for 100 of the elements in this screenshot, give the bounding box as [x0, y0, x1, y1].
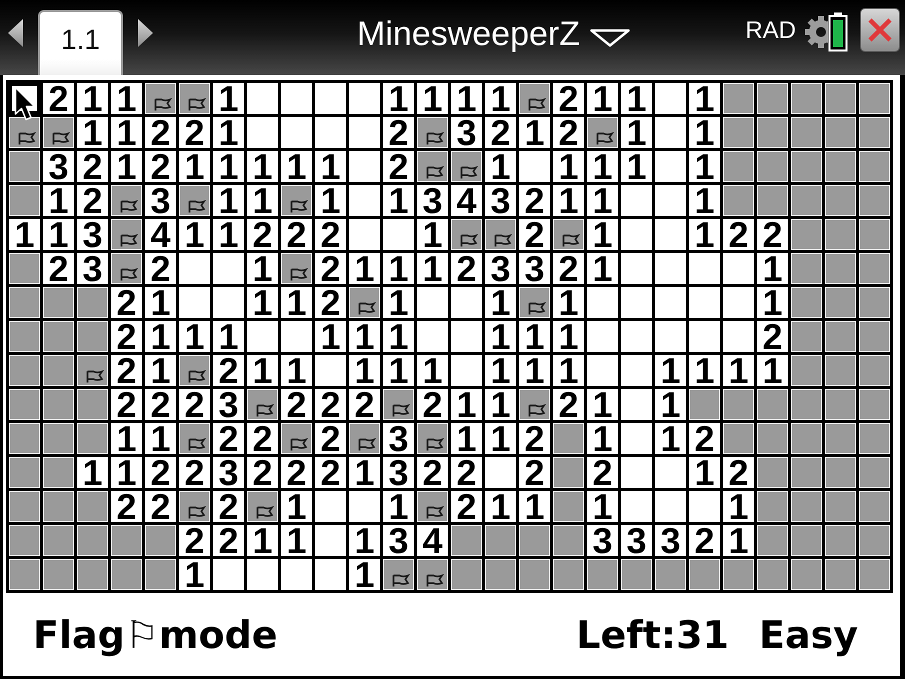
covered-tile[interactable] — [621, 559, 652, 590]
empty-tile[interactable] — [723, 321, 754, 352]
covered-tile[interactable] — [791, 151, 822, 182]
empty-tile[interactable] — [621, 491, 652, 522]
flagged-tile[interactable] — [43, 117, 74, 148]
number-tile[interactable]: 1 — [689, 457, 720, 488]
number-tile[interactable]: 1 — [145, 355, 176, 386]
number-tile[interactable]: 1 — [179, 219, 210, 250]
covered-tile[interactable] — [791, 117, 822, 148]
number-tile[interactable]: 1 — [723, 525, 754, 556]
number-tile[interactable]: 1 — [587, 185, 618, 216]
covered-tile[interactable] — [145, 525, 176, 556]
empty-tile[interactable] — [451, 287, 482, 318]
empty-tile[interactable] — [451, 355, 482, 386]
number-tile[interactable]: 1 — [655, 355, 686, 386]
empty-tile[interactable] — [349, 151, 380, 182]
empty-tile[interactable] — [179, 253, 210, 284]
number-tile[interactable]: 2 — [179, 525, 210, 556]
number-tile[interactable]: 1 — [689, 151, 720, 182]
covered-tile[interactable] — [791, 83, 822, 114]
number-tile[interactable]: 1 — [485, 287, 516, 318]
number-tile[interactable]: 1 — [77, 117, 108, 148]
number-tile[interactable]: 2 — [145, 457, 176, 488]
number-tile[interactable]: 1 — [213, 117, 244, 148]
number-tile[interactable]: 1 — [587, 491, 618, 522]
empty-tile[interactable] — [587, 287, 618, 318]
empty-tile[interactable] — [621, 253, 652, 284]
right-arrow-icon[interactable] — [138, 19, 153, 47]
covered-tile[interactable] — [757, 491, 788, 522]
flagged-tile[interactable] — [179, 423, 210, 454]
number-tile[interactable]: 2 — [247, 423, 278, 454]
covered-tile[interactable] — [723, 559, 754, 590]
empty-tile[interactable] — [587, 355, 618, 386]
covered-tile[interactable] — [791, 219, 822, 250]
number-tile[interactable]: 1 — [43, 219, 74, 250]
flagged-tile[interactable] — [383, 389, 414, 420]
empty-tile[interactable] — [383, 219, 414, 250]
empty-tile[interactable] — [281, 321, 312, 352]
empty-tile[interactable] — [621, 185, 652, 216]
number-tile[interactable]: 1 — [383, 355, 414, 386]
covered-tile[interactable] — [43, 321, 74, 352]
empty-tile[interactable] — [315, 491, 346, 522]
covered-tile[interactable] — [757, 117, 788, 148]
empty-tile[interactable] — [621, 219, 652, 250]
covered-tile[interactable] — [689, 559, 720, 590]
covered-tile[interactable] — [43, 423, 74, 454]
flagged-tile[interactable] — [281, 253, 312, 284]
covered-tile[interactable] — [791, 355, 822, 386]
number-tile[interactable]: 1 — [281, 355, 312, 386]
number-tile[interactable]: 1 — [213, 185, 244, 216]
number-tile[interactable]: 1 — [383, 491, 414, 522]
covered-tile[interactable] — [791, 491, 822, 522]
flagged-tile[interactable] — [417, 491, 448, 522]
number-tile[interactable]: 1 — [621, 117, 652, 148]
flagged-tile[interactable] — [111, 185, 142, 216]
covered-tile[interactable] — [9, 185, 40, 216]
covered-tile[interactable] — [791, 253, 822, 284]
covered-tile[interactable] — [77, 423, 108, 454]
number-tile[interactable]: 1 — [383, 83, 414, 114]
number-tile[interactable]: 1 — [485, 491, 516, 522]
flagged-tile[interactable] — [179, 355, 210, 386]
number-tile[interactable]: 2 — [383, 151, 414, 182]
number-tile[interactable]: 3 — [213, 389, 244, 420]
covered-tile[interactable] — [791, 287, 822, 318]
number-tile[interactable]: 1 — [553, 287, 584, 318]
number-tile[interactable]: 3 — [485, 185, 516, 216]
covered-tile[interactable] — [825, 117, 856, 148]
covered-tile[interactable] — [145, 559, 176, 590]
number-tile[interactable]: 1 — [111, 457, 142, 488]
covered-tile[interactable] — [655, 559, 686, 590]
covered-tile[interactable] — [553, 423, 584, 454]
empty-tile[interactable] — [655, 117, 686, 148]
covered-tile[interactable] — [757, 559, 788, 590]
number-tile[interactable]: 2 — [213, 355, 244, 386]
empty-tile[interactable] — [689, 287, 720, 318]
covered-tile[interactable] — [859, 253, 890, 284]
number-tile[interactable]: 2 — [213, 491, 244, 522]
empty-tile[interactable] — [315, 559, 346, 590]
number-tile[interactable]: 3 — [77, 219, 108, 250]
covered-tile[interactable] — [9, 389, 40, 420]
flagged-tile[interactable] — [77, 355, 108, 386]
number-tile[interactable]: 2 — [349, 389, 380, 420]
number-tile[interactable]: 2 — [315, 389, 346, 420]
covered-tile[interactable] — [859, 185, 890, 216]
covered-tile[interactable] — [9, 457, 40, 488]
left-arrow-icon[interactable] — [8, 19, 23, 47]
covered-tile[interactable] — [825, 559, 856, 590]
number-tile[interactable]: 2 — [145, 389, 176, 420]
number-tile[interactable]: 1 — [247, 185, 278, 216]
number-tile[interactable]: 2 — [315, 457, 346, 488]
number-tile[interactable]: 1 — [111, 83, 142, 114]
covered-tile[interactable] — [9, 287, 40, 318]
covered-tile[interactable] — [77, 287, 108, 318]
number-tile[interactable]: 1 — [281, 151, 312, 182]
covered-tile[interactable] — [859, 219, 890, 250]
covered-tile[interactable] — [825, 321, 856, 352]
number-tile[interactable]: 1 — [315, 151, 346, 182]
number-tile[interactable]: 1 — [77, 457, 108, 488]
empty-tile[interactable] — [281, 559, 312, 590]
covered-tile[interactable] — [757, 525, 788, 556]
